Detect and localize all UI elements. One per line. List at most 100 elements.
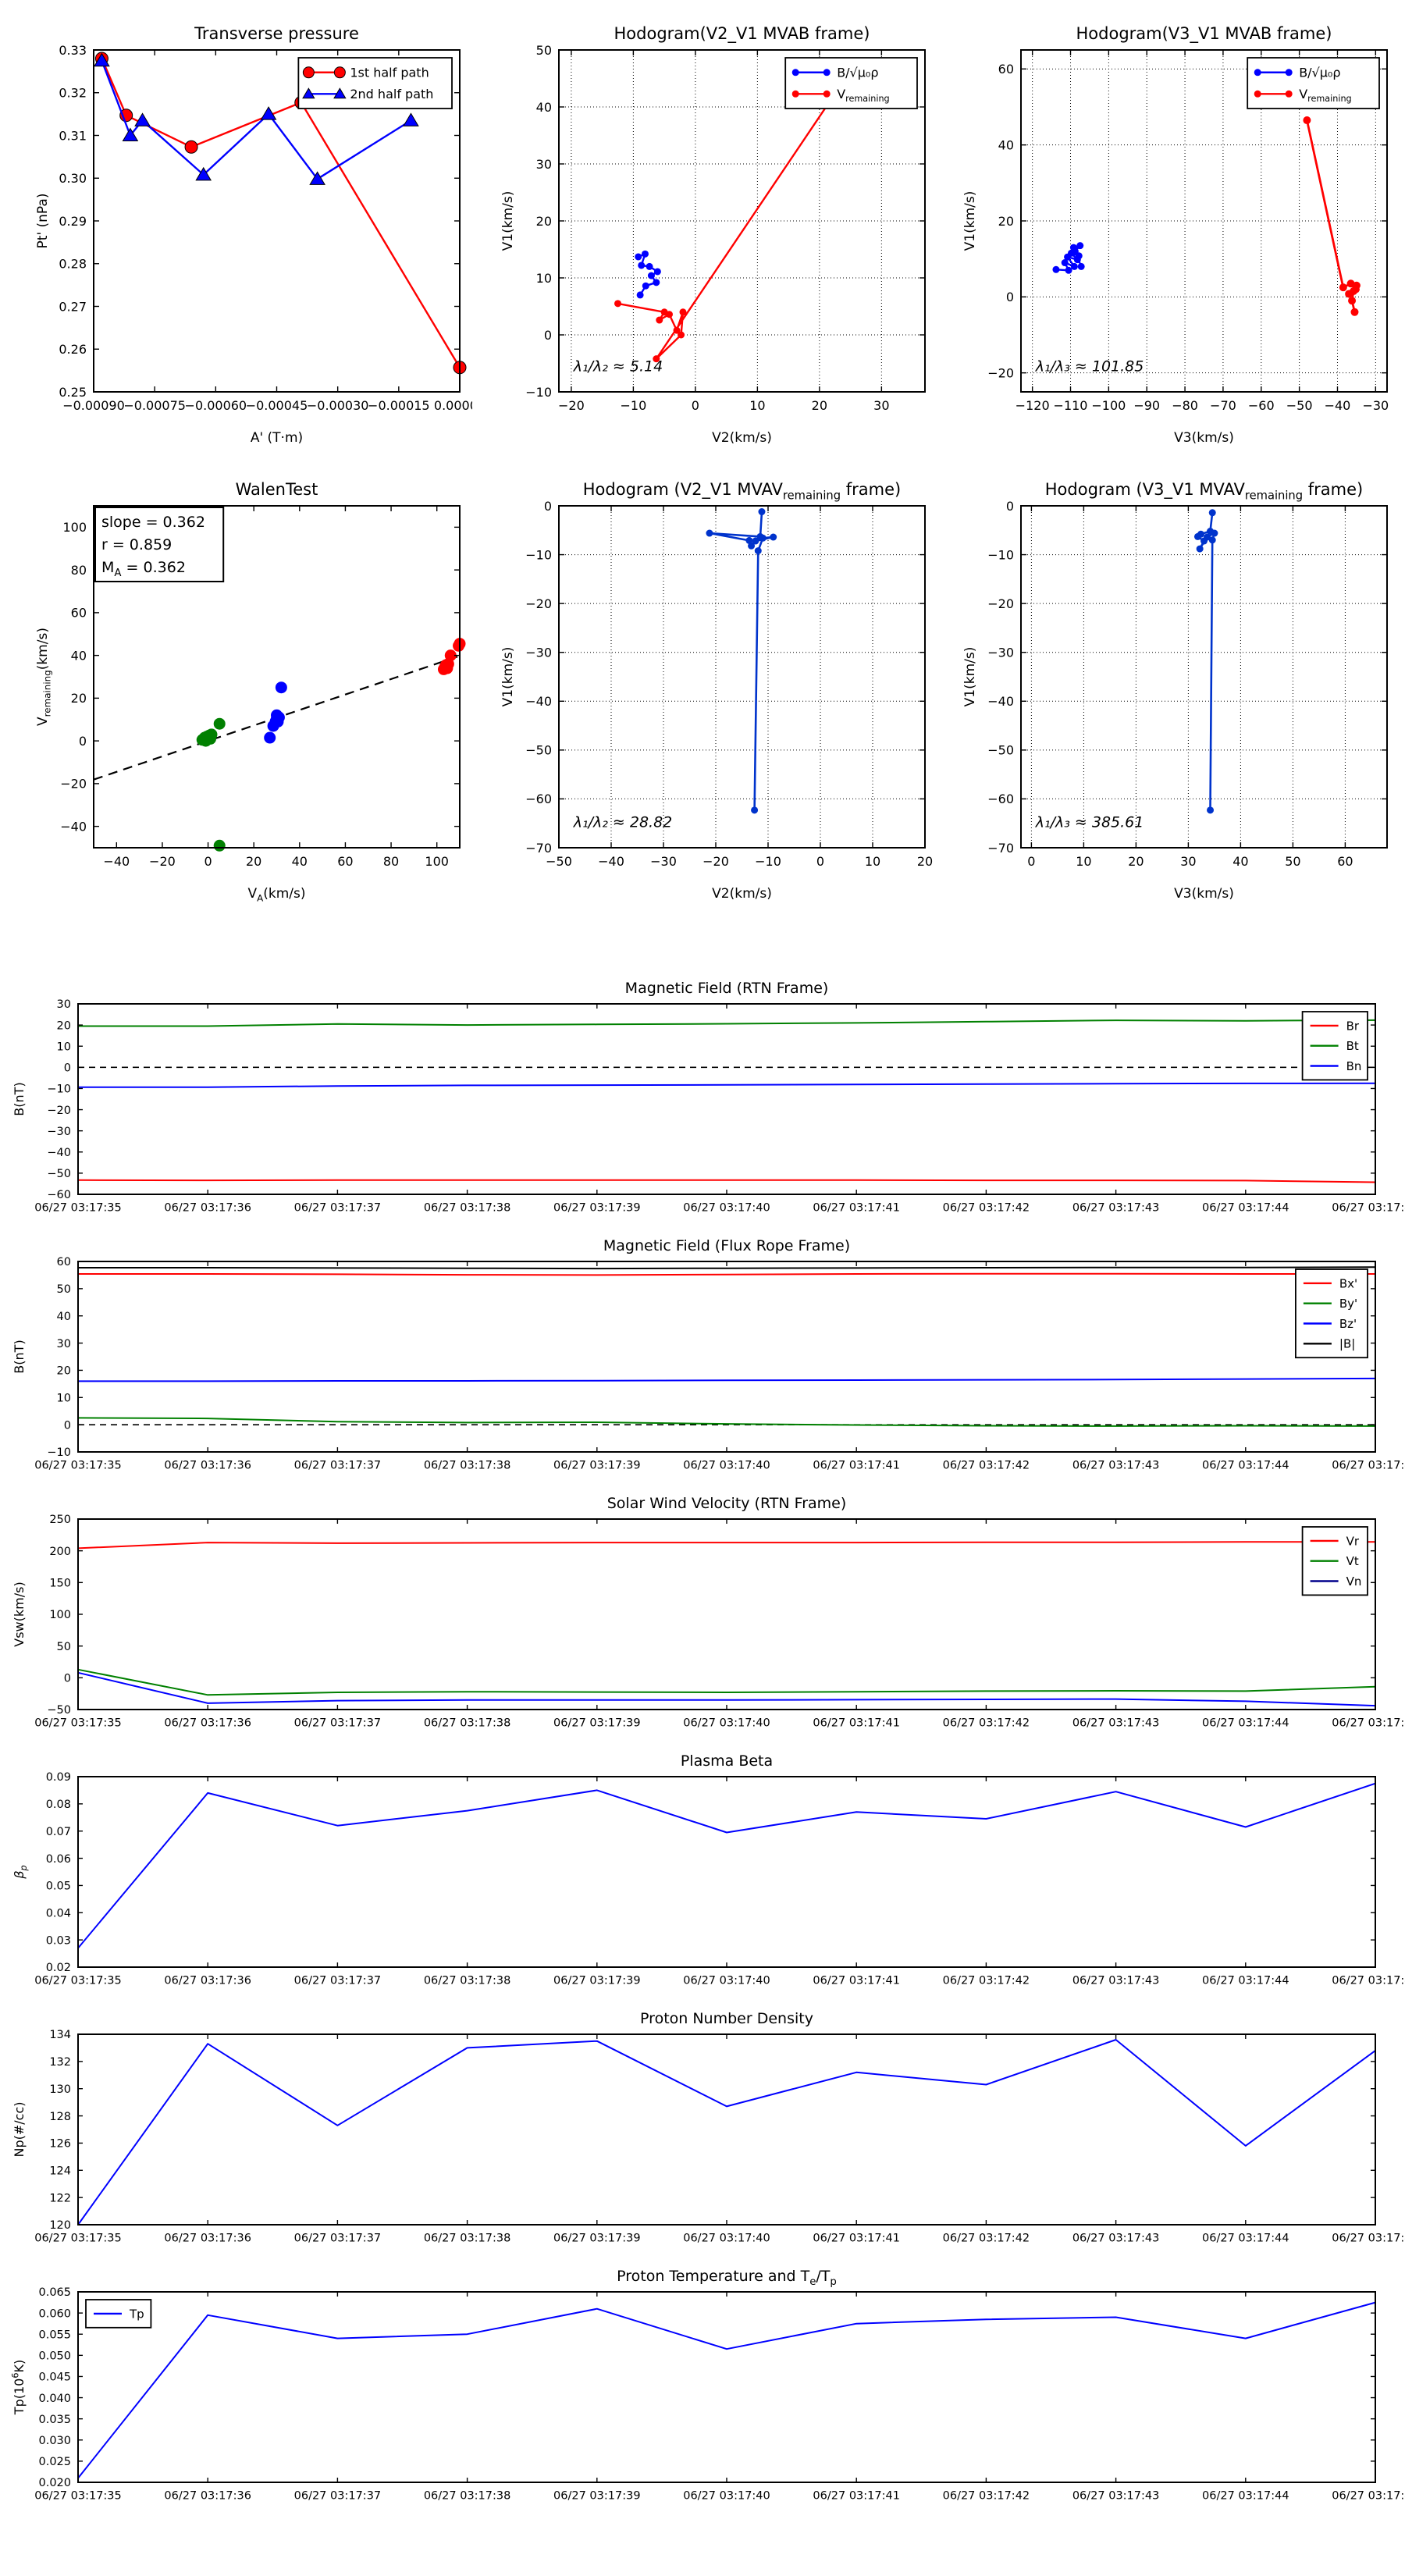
- dot-marker: [1076, 242, 1083, 249]
- y-tick-label: 0.30: [59, 171, 87, 186]
- dot-marker: [214, 840, 226, 852]
- y-tick-label: 120: [49, 2219, 71, 2232]
- triangle-marker: [404, 113, 418, 126]
- series-bt: [78, 1020, 1375, 1026]
- x-tick-label: 06/27 03:17:43: [1072, 2490, 1160, 2503]
- x-tick-label: 20: [1128, 854, 1144, 869]
- chart-title: Proton Number Density: [640, 2010, 813, 2027]
- x-tick-label: 06/27 03:17:45: [1332, 1717, 1405, 1730]
- axes-frame: [78, 1777, 1375, 1967]
- dot-marker: [642, 283, 649, 290]
- y-tick-label: 0.025: [38, 2456, 71, 2468]
- dot-marker: [1211, 530, 1218, 537]
- dot-marker: [706, 530, 713, 537]
- y-tick-label: −20: [525, 596, 552, 611]
- stats-line: r = 0.859: [101, 536, 172, 553]
- x-tick-label: −120: [1016, 398, 1050, 413]
- series-bz': [78, 1379, 1375, 1382]
- y-tick-label: 0.07: [46, 1826, 71, 1838]
- transverse-pressure-svg: −0.00090−0.00075−0.00060−0.00045−0.00030…: [31, 11, 472, 464]
- x-tick-label: −110: [1054, 398, 1088, 413]
- x-tick-label: −90: [1133, 398, 1160, 413]
- dot-marker: [656, 317, 663, 324]
- series-tp: [78, 2303, 1375, 2478]
- legend-label: 1st half path: [350, 66, 429, 80]
- dot-marker: [1072, 247, 1079, 254]
- series-beta-p: [78, 1784, 1375, 1948]
- transverse-pressure-plot: −0.00090−0.00075−0.00060−0.00045−0.00030…: [31, 11, 472, 464]
- x-tick-label: 06/27 03:17:35: [34, 1975, 122, 1987]
- y-tick-label: 0: [544, 499, 552, 514]
- axes-frame: [78, 1519, 1375, 1710]
- chart-title: Hodogram(V3_V1 MVAB frame): [1076, 24, 1332, 44]
- y-tick-label: 250: [49, 1514, 71, 1526]
- y-axis-label: Tp(106K): [10, 2360, 27, 2415]
- legend-label: Bx': [1339, 1276, 1357, 1290]
- x-tick-label: 06/27 03:17:41: [813, 2490, 900, 2503]
- y-tick-label: 0: [64, 1062, 71, 1075]
- dot-marker: [214, 718, 226, 730]
- x-tick-label: 06/27 03:17:38: [424, 1202, 511, 1215]
- x-tick-label: 0.00000: [434, 398, 472, 413]
- hodogram-v2v1-mvav-plot: −50−40−30−20−10010200−10−20−30−40−50−60−…: [496, 467, 937, 920]
- y-tick-label: −30: [987, 645, 1014, 660]
- x-tick-label: 06/27 03:17:40: [683, 1202, 770, 1215]
- dot-marker: [648, 272, 655, 279]
- dot-marker: [666, 311, 673, 318]
- x-tick-label: −40: [103, 854, 130, 869]
- y-tick-label: 0.060: [38, 2307, 71, 2320]
- y-tick-label: 40: [536, 100, 552, 115]
- y-tick-label: 30: [536, 157, 552, 172]
- y-tick-label: 0: [1006, 499, 1014, 514]
- x-tick-label: −20: [558, 398, 585, 413]
- x-tick-label: 06/27 03:17:42: [943, 1975, 1030, 1987]
- axes-frame: [78, 2292, 1375, 2482]
- x-tick-label: 06/27 03:17:41: [813, 1460, 900, 1472]
- axis-ticks: [1021, 506, 1387, 848]
- legend: B/√μ₀ρVremaining: [1247, 58, 1379, 109]
- dot-marker: [642, 251, 649, 258]
- dot-marker: [751, 806, 758, 813]
- legend: VrVtVn: [1303, 1527, 1368, 1595]
- legend-label: Br: [1346, 1019, 1360, 1033]
- y-tick-label: 0.050: [38, 2350, 71, 2363]
- x-tick-label: −20: [149, 854, 176, 869]
- legend-label: 2nd half path: [350, 87, 433, 101]
- x-tick-label: 06/27 03:17:44: [1202, 1975, 1289, 1987]
- y-tick-label: 0.09: [46, 1771, 71, 1784]
- y-tick-label: 30: [57, 1338, 71, 1350]
- x-tick-label: 06/27 03:17:38: [424, 2233, 511, 2245]
- x-tick-label: 06/27 03:17:44: [1202, 1202, 1289, 1215]
- axis-ticks: [78, 1777, 1375, 1967]
- y-tick-label: 0.08: [46, 1799, 71, 1811]
- y-tick-label: 0: [1006, 290, 1014, 304]
- dot-marker: [755, 547, 762, 554]
- x-tick-label: 06/27 03:17:40: [683, 1460, 770, 1472]
- x-axis-label: V2(km/s): [712, 430, 772, 446]
- y-axis-label: Pt' (nPa): [35, 194, 51, 249]
- y-tick-label: 0.03: [46, 1934, 71, 1947]
- series-vr: [78, 1542, 1375, 1548]
- axis-ticks: [559, 506, 925, 848]
- series-first-interval: [197, 718, 226, 852]
- x-tick-label: 06/27 03:17:36: [164, 2490, 251, 2503]
- y-tick-label: 50: [536, 43, 552, 58]
- y-tick-label: 0.28: [59, 257, 87, 272]
- tick-labels: 06/27 03:17:3506/27 03:17:3606/27 03:17:…: [34, 2286, 1405, 2502]
- y-tick-label: 200: [49, 1546, 71, 1558]
- x-tick-label: 06/27 03:17:41: [813, 2233, 900, 2245]
- x-tick-label: 06/27 03:17:37: [294, 1460, 382, 1472]
- y-axis-label: V1(km/s): [962, 647, 978, 707]
- axis-ticks: [78, 2034, 1375, 2225]
- x-axis-label: V2(km/s): [712, 886, 772, 902]
- stats-line: MA = 0.362: [101, 559, 186, 579]
- x-tick-label: 06/27 03:17:37: [294, 2490, 382, 2503]
- x-tick-label: 06/27 03:17:43: [1072, 1460, 1160, 1472]
- dot-marker: [1286, 91, 1293, 98]
- hodogram-v2v1-mvab-svg: −20−100102030−1001020304050Hodogram(V2_V…: [496, 11, 937, 464]
- chart-title: Hodogram (V3_V1 MVAVremaining frame): [1045, 480, 1363, 502]
- circle-marker: [185, 141, 197, 153]
- y-tick-label: 60: [998, 62, 1014, 76]
- y-tick-label: 0.055: [38, 2329, 71, 2341]
- hodogram-v2v1-mvav-svg: −50−40−30−20−10010200−10−20−30−40−50−60−…: [496, 467, 937, 920]
